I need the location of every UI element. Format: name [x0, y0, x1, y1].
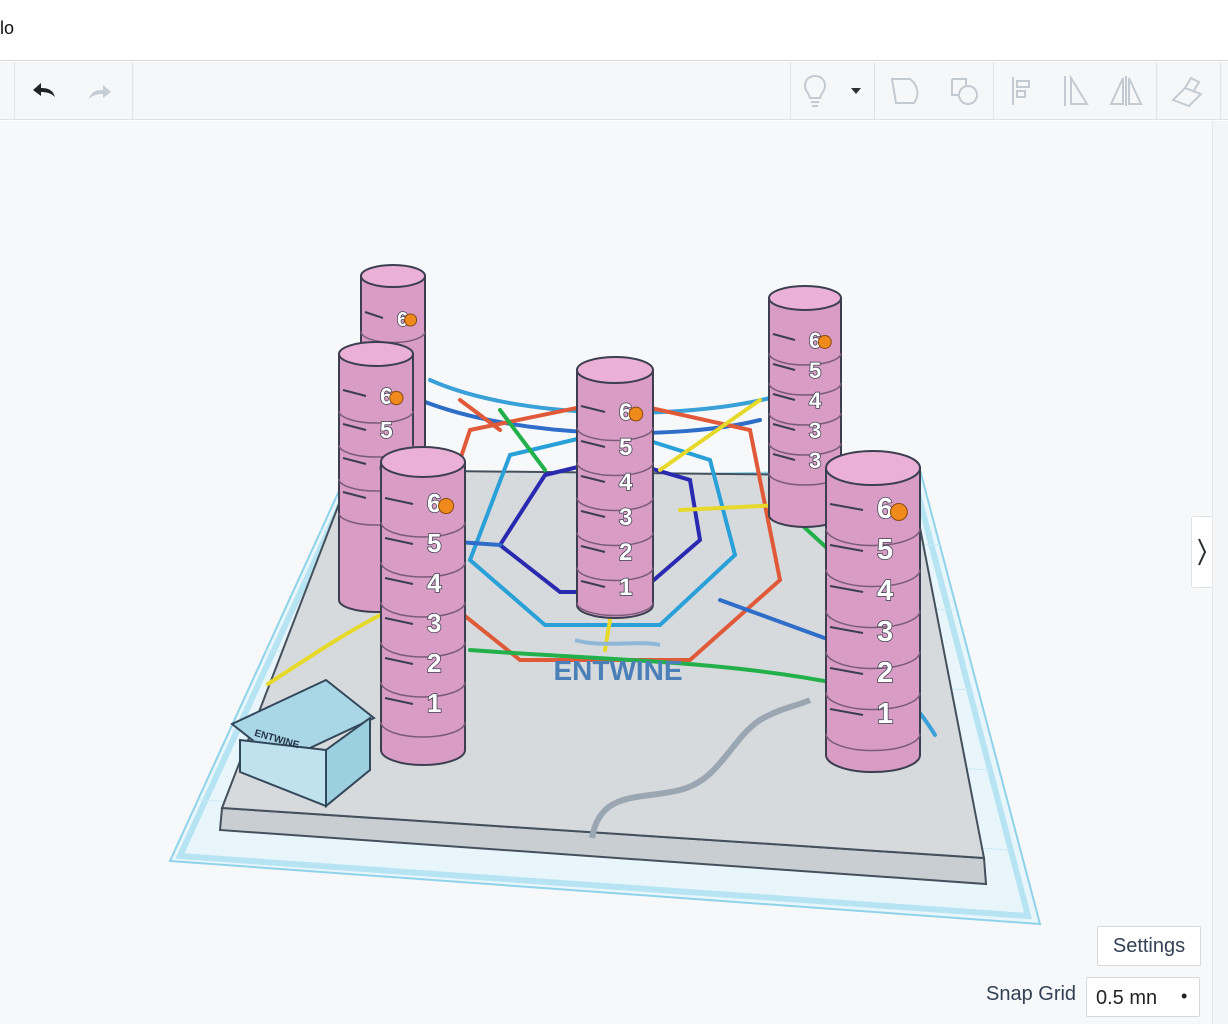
lightbulb-dropdown[interactable] — [842, 62, 870, 120]
right-panel-edge — [1212, 121, 1228, 1024]
workplane-icon — [1171, 76, 1203, 108]
flip-icon — [1109, 76, 1143, 106]
redo-arrow-icon — [89, 85, 111, 99]
pillar-peg — [438, 497, 455, 515]
pillar[interactable]: 654321 — [380, 446, 466, 766]
pillar-label: 1 — [619, 574, 632, 601]
redo-button[interactable] — [78, 62, 120, 120]
pillar-label: 4 — [619, 469, 633, 496]
side-panel-toggle[interactable] — [1191, 516, 1212, 588]
pillar-top — [825, 450, 921, 486]
lightbulb-icon — [803, 74, 827, 107]
pillar-top — [338, 341, 414, 367]
pillar-label: 2 — [427, 648, 441, 678]
pillar-label: 3 — [877, 616, 893, 648]
group-button[interactable] — [882, 62, 928, 120]
pillar-label: 4 — [877, 575, 893, 607]
pillar-label: 2 — [619, 539, 632, 566]
title-bar: lo — [0, 0, 1228, 61]
pillar-label: 3 — [619, 504, 632, 531]
flip-button[interactable] — [1104, 62, 1148, 120]
pillar-top — [768, 285, 842, 311]
pillar-label: 5 — [877, 534, 893, 566]
window-title: lo — [0, 18, 15, 38]
pillar-label: 3 — [809, 448, 821, 473]
pillar-peg — [628, 406, 644, 422]
pillar-label: 5 — [619, 434, 632, 461]
pillar-label: 4 — [809, 388, 822, 413]
toolbar-divider — [14, 62, 15, 120]
pillar-top — [576, 356, 654, 384]
ungroup-button[interactable] — [942, 62, 988, 120]
pillar-label: 2 — [877, 657, 893, 689]
snap-grid-value: 0.5 mn — [1096, 987, 1158, 1009]
toolbar — [0, 62, 1228, 120]
pillar-top — [380, 446, 466, 478]
pillar-peg — [404, 313, 418, 327]
pillar-label: 3 — [427, 608, 441, 638]
toolbar-divider — [1220, 62, 1221, 120]
toolbar-divider — [1156, 62, 1157, 120]
toolbar-divider — [132, 62, 133, 120]
ungroup-icon — [951, 78, 978, 105]
undo-arrow-icon — [33, 83, 55, 97]
toolbar-divider — [874, 62, 875, 120]
align-icon — [1012, 77, 1030, 105]
workplane[interactable]: ENTWINE ENTWINE 665433654565432165432165… — [0, 121, 1212, 1024]
group-icon — [890, 78, 919, 104]
lightbulb-button[interactable] — [796, 62, 834, 120]
snap-grid-label: Snap Grid — [986, 983, 1077, 1005]
toolbar-divider — [790, 62, 791, 120]
base-text: ENTWINE — [553, 655, 682, 686]
workplane-button[interactable] — [1164, 62, 1208, 120]
pillar-label: 5 — [427, 528, 441, 558]
mirror-button[interactable] — [1054, 62, 1098, 120]
pillar-label: 1 — [877, 698, 893, 730]
toolbar-divider — [993, 62, 994, 120]
pillar-top — [360, 264, 426, 288]
chevron-down-icon — [851, 88, 861, 94]
pillar-label: 3 — [809, 418, 821, 443]
pillar-label: 5 — [809, 358, 821, 383]
chevron-right-icon — [1198, 538, 1207, 566]
pillar-peg — [889, 503, 908, 521]
snap-grid-select[interactable]: 0.5 mn • — [1086, 977, 1200, 1017]
pillar-label: 5 — [380, 417, 393, 443]
pillar-peg — [389, 390, 404, 406]
pillar[interactable]: 654321 — [825, 450, 921, 773]
undo-button[interactable] — [24, 62, 66, 120]
pillar-label: 1 — [427, 688, 441, 718]
align-button[interactable] — [1000, 62, 1044, 120]
scene-view[interactable]: ENTWINE ENTWINE 665433654565432165432165… — [0, 121, 1212, 1024]
mirror-icon — [1064, 74, 1089, 106]
dropdown-dot-icon: • — [1181, 986, 1188, 1006]
pillar-peg — [817, 335, 832, 349]
pillar[interactable]: 654321 — [576, 356, 654, 619]
pillar-label: 4 — [427, 568, 442, 598]
settings-button[interactable]: Settings — [1097, 926, 1201, 966]
